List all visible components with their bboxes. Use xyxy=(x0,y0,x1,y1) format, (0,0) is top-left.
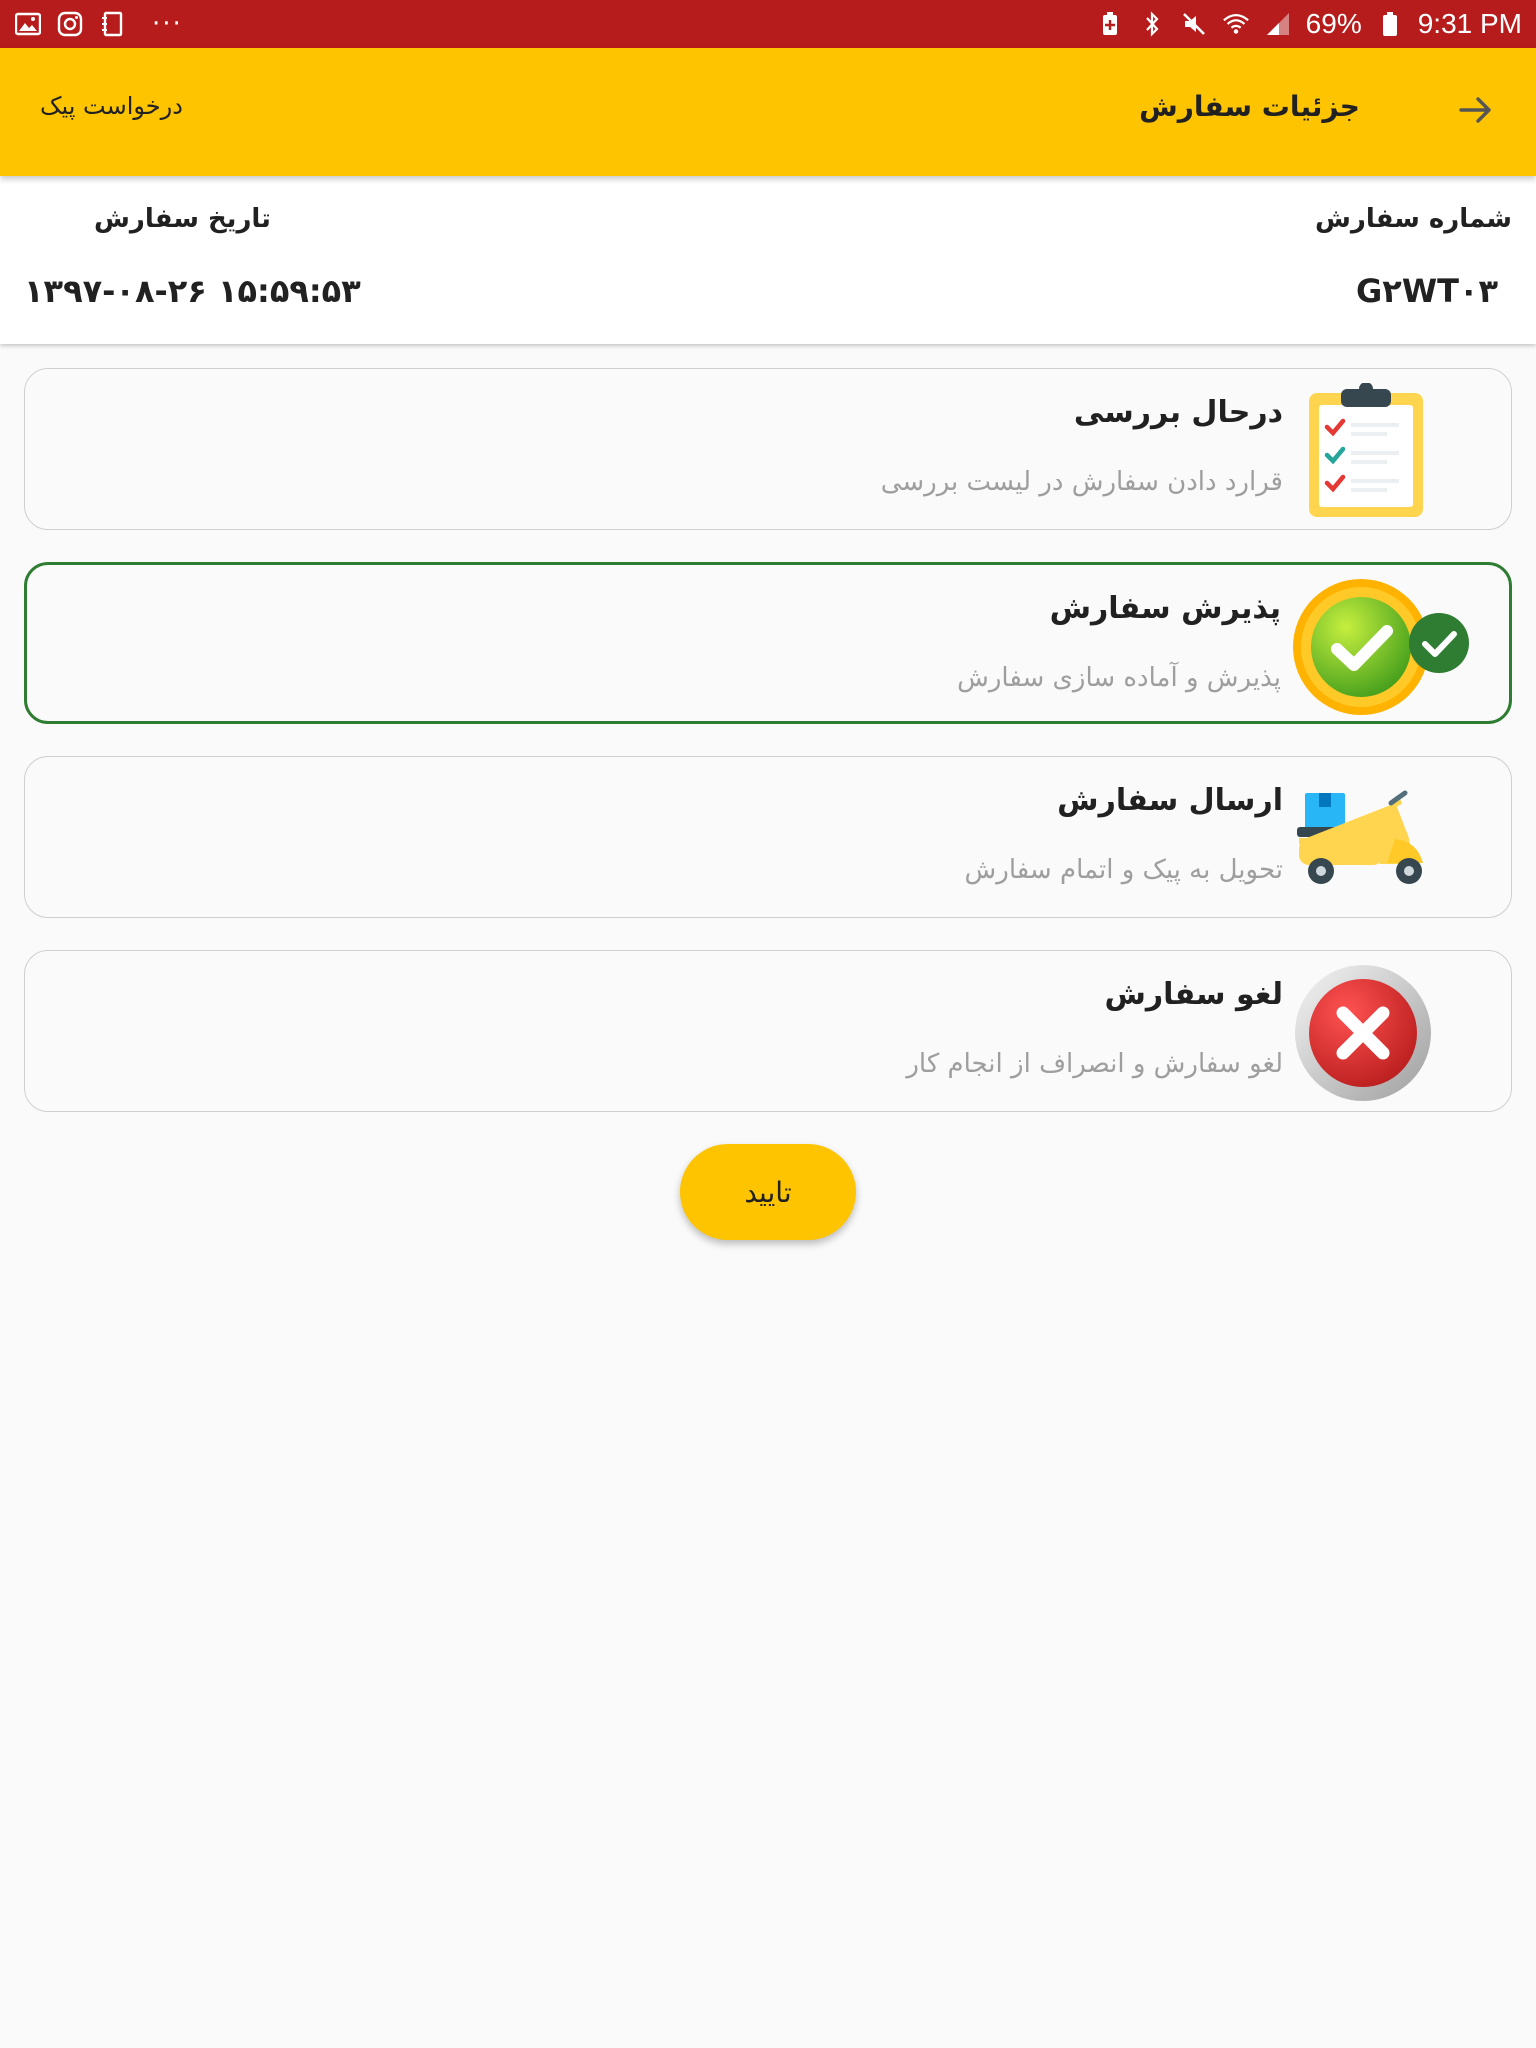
status-desc-cancel: لغو سفارش و انصراف از انجام کار xyxy=(906,1049,1283,1079)
back-button[interactable] xyxy=(1448,84,1504,140)
status-title-send: ارسال سفارش xyxy=(1057,783,1283,818)
arrow-right-icon xyxy=(1456,90,1496,134)
page-title: جزئیات سفارش xyxy=(1139,90,1360,123)
status-option-accept[interactable]: پذیرش سفارش پذیرش و آماده سازی سفارش xyxy=(24,562,1512,724)
status-title-reviewing: درحال بررسی xyxy=(1073,395,1283,430)
battery-icon xyxy=(1376,10,1404,38)
clipboard-checklist-icon xyxy=(1295,382,1431,519)
status-title-cancel: لغو سفارش xyxy=(1104,977,1283,1012)
bluetooth-icon xyxy=(1138,10,1166,38)
status-bar-right: 69% 9:31 PM xyxy=(1096,8,1522,40)
confirm-button[interactable]: تایید xyxy=(680,1144,856,1240)
more-dots-icon: ··· xyxy=(152,9,183,39)
order-date-label: تاریخ سفارش xyxy=(94,204,271,234)
battery-saver-icon xyxy=(1096,10,1124,38)
delivery-scooter-icon xyxy=(1295,771,1431,907)
clock: 9:31 PM xyxy=(1417,8,1522,39)
status-bar-left: ··· xyxy=(14,9,183,39)
order-info-card: شماره سفارش G۲WT۰۳ تاریخ سفارش ۱۳۹۷-۰۸-۲… xyxy=(0,176,1536,344)
mute-icon xyxy=(1180,10,1208,38)
notebook-icon xyxy=(98,10,126,38)
status-bar: ··· 69% 9:31 PM xyxy=(0,0,1536,48)
status-option-send[interactable]: ارسال سفارش تحویل به پیک و اتمام سفارش xyxy=(24,756,1512,918)
selected-check-icon xyxy=(1409,613,1469,673)
order-date-value: ۱۳۹۷-۰۸-۲۶ ۱۵:۵۹:۵۳ xyxy=(24,272,361,310)
status-desc-send: تحویل به پیک و اتمام سفارش xyxy=(964,855,1283,885)
order-number-value: G۲WT۰۳ xyxy=(1356,272,1498,310)
instagram-icon xyxy=(56,10,84,38)
request-courier-button[interactable]: درخواست پیک xyxy=(40,92,183,120)
cancel-x-icon xyxy=(1295,965,1431,1101)
battery-percent: 69% xyxy=(1305,8,1362,39)
status-desc-reviewing: قرارد دادن سفارش در لیست بررسی xyxy=(880,467,1283,497)
status-desc-accept: پذیرش و آماده سازی سفارش xyxy=(957,663,1281,693)
order-number-label: شماره سفارش xyxy=(1314,204,1512,234)
signal-icon xyxy=(1264,10,1292,38)
gallery-icon xyxy=(14,10,42,38)
status-option-reviewing[interactable]: درحال بررسی قرارد دادن سفارش در لیست برر… xyxy=(24,368,1512,530)
status-title-accept: پذیرش سفارش xyxy=(1049,591,1281,626)
status-option-cancel[interactable]: لغو سفارش لغو سفارش و انصراف از انجام کا… xyxy=(24,950,1512,1112)
wifi-icon xyxy=(1222,10,1250,38)
app-bar: جزئیات سفارش درخواست پیک xyxy=(0,48,1536,176)
